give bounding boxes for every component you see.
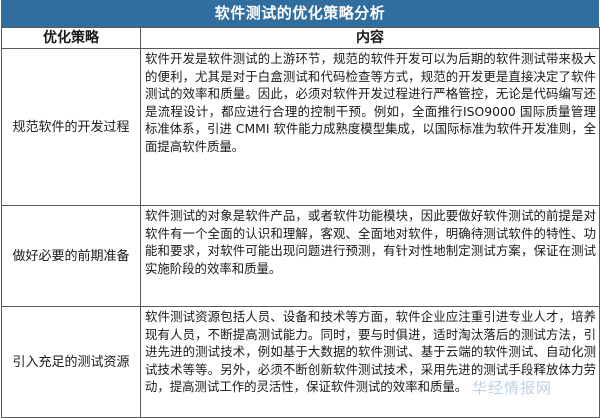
row-strategy: 引入充足的测试资源 bbox=[1, 306, 141, 418]
table-row: 规范软件的开发过程 软件开发是软件测试的上游环节，规范的软件开发可以为后期的软件… bbox=[1, 48, 600, 206]
header-strategy: 优化策略 bbox=[1, 27, 141, 49]
row-content: 软件测试资源包括人员、设备和技术等方面，软件企业应注重引进专业人才，培养现有人员… bbox=[140, 306, 600, 418]
row-strategy: 规范软件的开发过程 bbox=[1, 48, 141, 206]
table-row: 引入充足的测试资源 软件测试资源包括人员、设备和技术等方面，软件企业应注重引进专… bbox=[1, 306, 600, 418]
row-content: 软件开发是软件测试的上游环节，规范的软件开发可以为后期的软件测试带来极大的便利，… bbox=[140, 48, 600, 206]
page: 软件测试的优化策略分析 优化策略 内容 规范软件的开发过程 软件开发是软件测试的… bbox=[0, 0, 600, 418]
table-row: 做好必要的前期准备 软件测试的对象是软件产品，或者软件功能模块，因此要做好软件测… bbox=[1, 205, 600, 307]
table-title: 软件测试的优化策略分析 bbox=[1, 0, 599, 27]
header-content: 内容 bbox=[140, 27, 600, 49]
strategy-table: 优化策略 内容 规范软件的开发过程 软件开发是软件测试的上游环节，规范的软件开发… bbox=[1, 27, 600, 418]
header-row: 优化策略 内容 bbox=[1, 27, 600, 49]
row-content: 软件测试的对象是软件产品，或者软件功能模块，因此要做好软件测试的前提是对软件有一… bbox=[140, 205, 600, 307]
row-strategy: 做好必要的前期准备 bbox=[1, 205, 141, 307]
